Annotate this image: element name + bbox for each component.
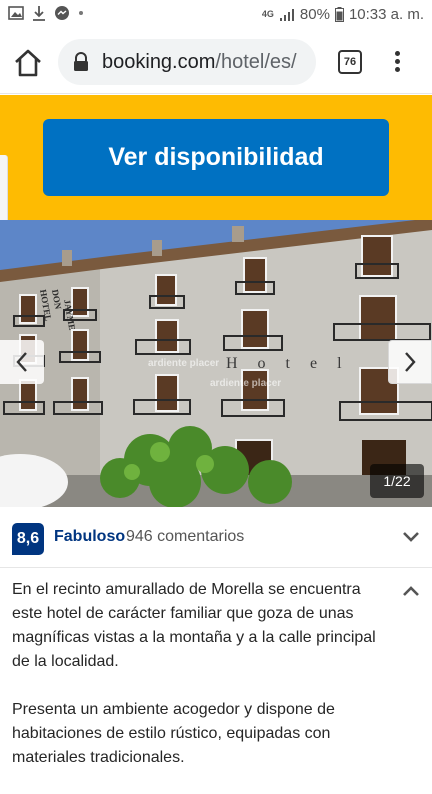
hotel-photo-gallery[interactable]: Hotel HOTEL DON JAYME ardiente placer ar… — [0, 220, 432, 507]
browser-toolbar: booking.com/hotel/es/ 76 — [0, 30, 432, 94]
battery-percent: 80% — [299, 6, 330, 23]
chevron-right-icon — [405, 352, 416, 372]
previous-photo-button[interactable] — [0, 340, 44, 384]
signal-icon — [279, 8, 295, 22]
url-bar[interactable]: booking.com/hotel/es/ — [58, 39, 316, 85]
dot-icon — [78, 10, 84, 16]
menu-icon[interactable] — [390, 49, 404, 75]
messenger-icon — [54, 5, 70, 21]
download-icon — [32, 5, 46, 21]
divider — [0, 567, 432, 568]
chevron-up-icon[interactable] — [402, 585, 420, 597]
review-summary[interactable]: 8,6 Fabuloso 946 comentarios — [0, 507, 432, 567]
network-type: 4G — [261, 9, 274, 19]
description-paragraph: En el recinto amurallado de Morella se e… — [12, 581, 376, 670]
rating-label: Fabuloso — [54, 528, 126, 545]
image-icon — [8, 6, 24, 20]
photo-counter: 1/22 — [370, 464, 424, 498]
next-photo-button[interactable] — [388, 340, 432, 384]
cta-band: Ver disponibilidad — [0, 95, 432, 220]
tab-switcher-button[interactable]: 76 — [338, 50, 362, 74]
clock: 10:33 a. m. — [348, 6, 424, 23]
review-score-badge: 8,6 — [12, 523, 44, 555]
url-text: booking.com/hotel/es/ — [102, 51, 297, 74]
chevron-down-icon[interactable] — [402, 531, 420, 543]
photo-watermark: ardiente placer — [148, 358, 220, 369]
chevron-left-icon — [16, 352, 27, 372]
svg-text:Hotel: Hotel — [226, 355, 362, 372]
url-path: /hotel/es/ — [215, 50, 297, 73]
home-icon[interactable] — [12, 48, 44, 78]
lock-icon — [72, 52, 90, 72]
battery-icon — [334, 7, 344, 22]
url-domain: booking.com — [102, 50, 216, 73]
photo-watermark: ardiente placer — [210, 378, 282, 389]
hotel-description: En el recinto amurallado de Morella se e… — [12, 578, 392, 794]
status-bar: 4G 80% 10:33 a. m. — [0, 0, 432, 30]
check-availability-button[interactable]: Ver disponibilidad — [43, 119, 389, 196]
review-count: 946 comentarios — [126, 528, 245, 545]
description-paragraph: Presenta un ambiente acogedor y dispone … — [12, 701, 335, 766]
